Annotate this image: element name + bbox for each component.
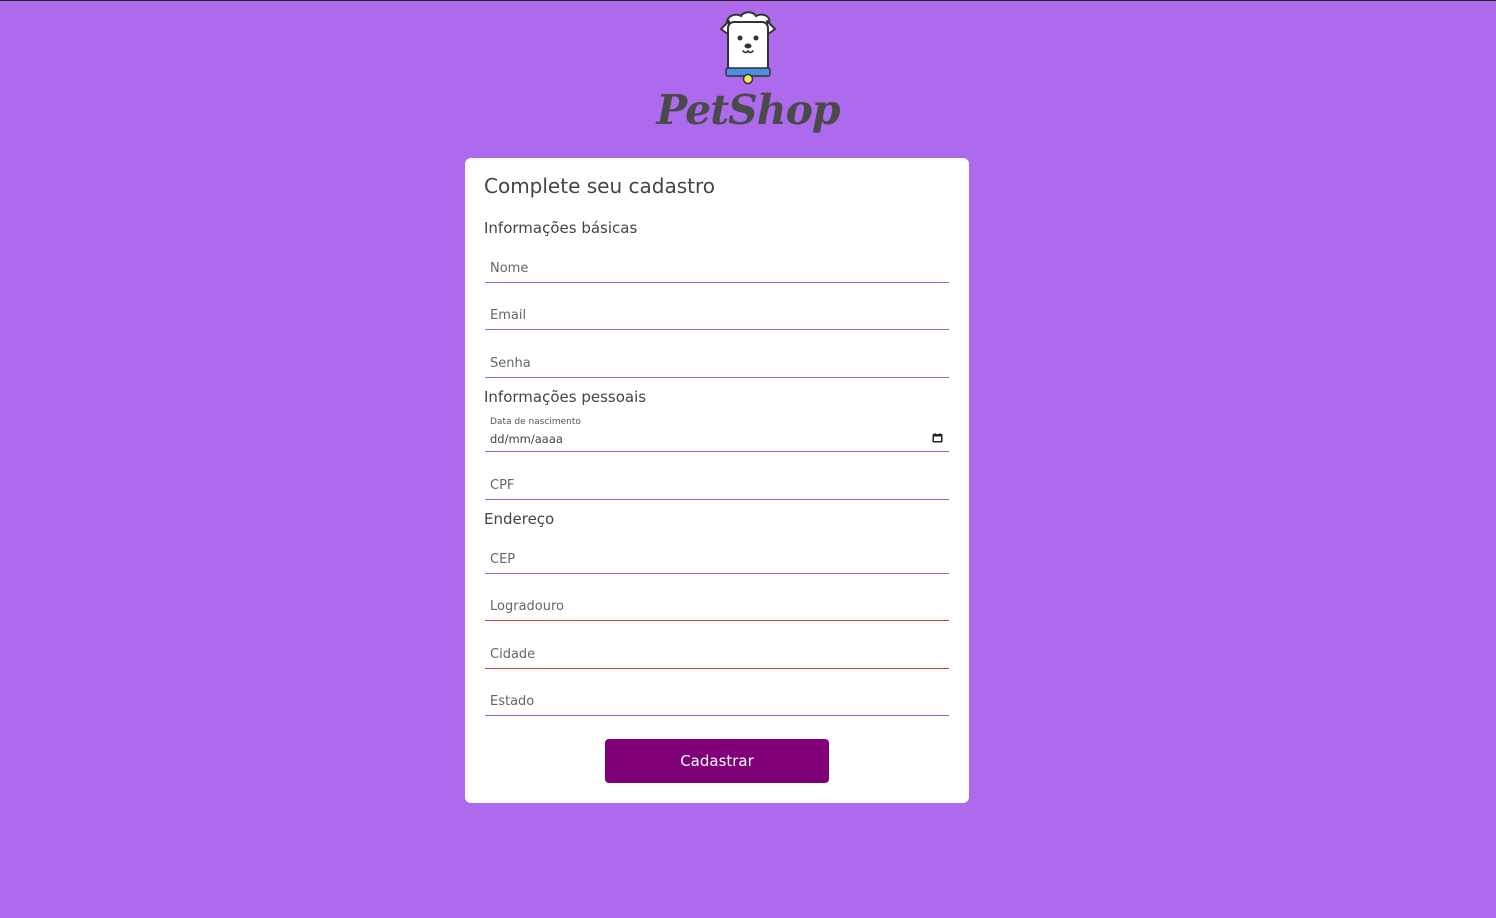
form-title: Complete seu cadastro bbox=[484, 174, 715, 198]
brand-logo-text: PetShop bbox=[656, 86, 840, 134]
cpf-input[interactable] bbox=[485, 472, 949, 499]
signup-form-card: Complete seu cadastro Informações básica… bbox=[465, 158, 969, 803]
cep-field bbox=[485, 546, 949, 574]
name-field bbox=[485, 255, 949, 283]
section-title-address: Endereço bbox=[484, 510, 555, 528]
email-field bbox=[485, 302, 949, 330]
name-input[interactable] bbox=[485, 255, 949, 282]
state-input[interactable] bbox=[485, 688, 949, 715]
state-field bbox=[485, 688, 949, 716]
password-input[interactable] bbox=[485, 350, 949, 377]
calendar-icon[interactable] bbox=[932, 433, 943, 443]
birthdate-input[interactable]: Data de nascimento dd/mm/aaaa bbox=[485, 417, 949, 452]
cep-input[interactable] bbox=[485, 546, 949, 573]
section-title-basic: Informações básicas bbox=[484, 219, 638, 237]
street-field bbox=[485, 593, 949, 621]
birthdate-placeholder: dd/mm/aaaa bbox=[490, 432, 563, 446]
dog-logo-icon bbox=[720, 11, 776, 85]
cpf-field bbox=[485, 472, 949, 500]
password-field bbox=[485, 350, 949, 378]
section-title-personal: Informações pessoais bbox=[484, 388, 647, 406]
city-field bbox=[485, 641, 949, 669]
header: PetShop bbox=[0, 9, 1496, 135]
email-input[interactable] bbox=[485, 302, 949, 329]
register-button[interactable]: Cadastrar bbox=[605, 739, 829, 783]
street-input[interactable] bbox=[485, 593, 949, 620]
city-input[interactable] bbox=[485, 641, 949, 668]
birthdate-label: Data de nascimento bbox=[490, 417, 581, 427]
